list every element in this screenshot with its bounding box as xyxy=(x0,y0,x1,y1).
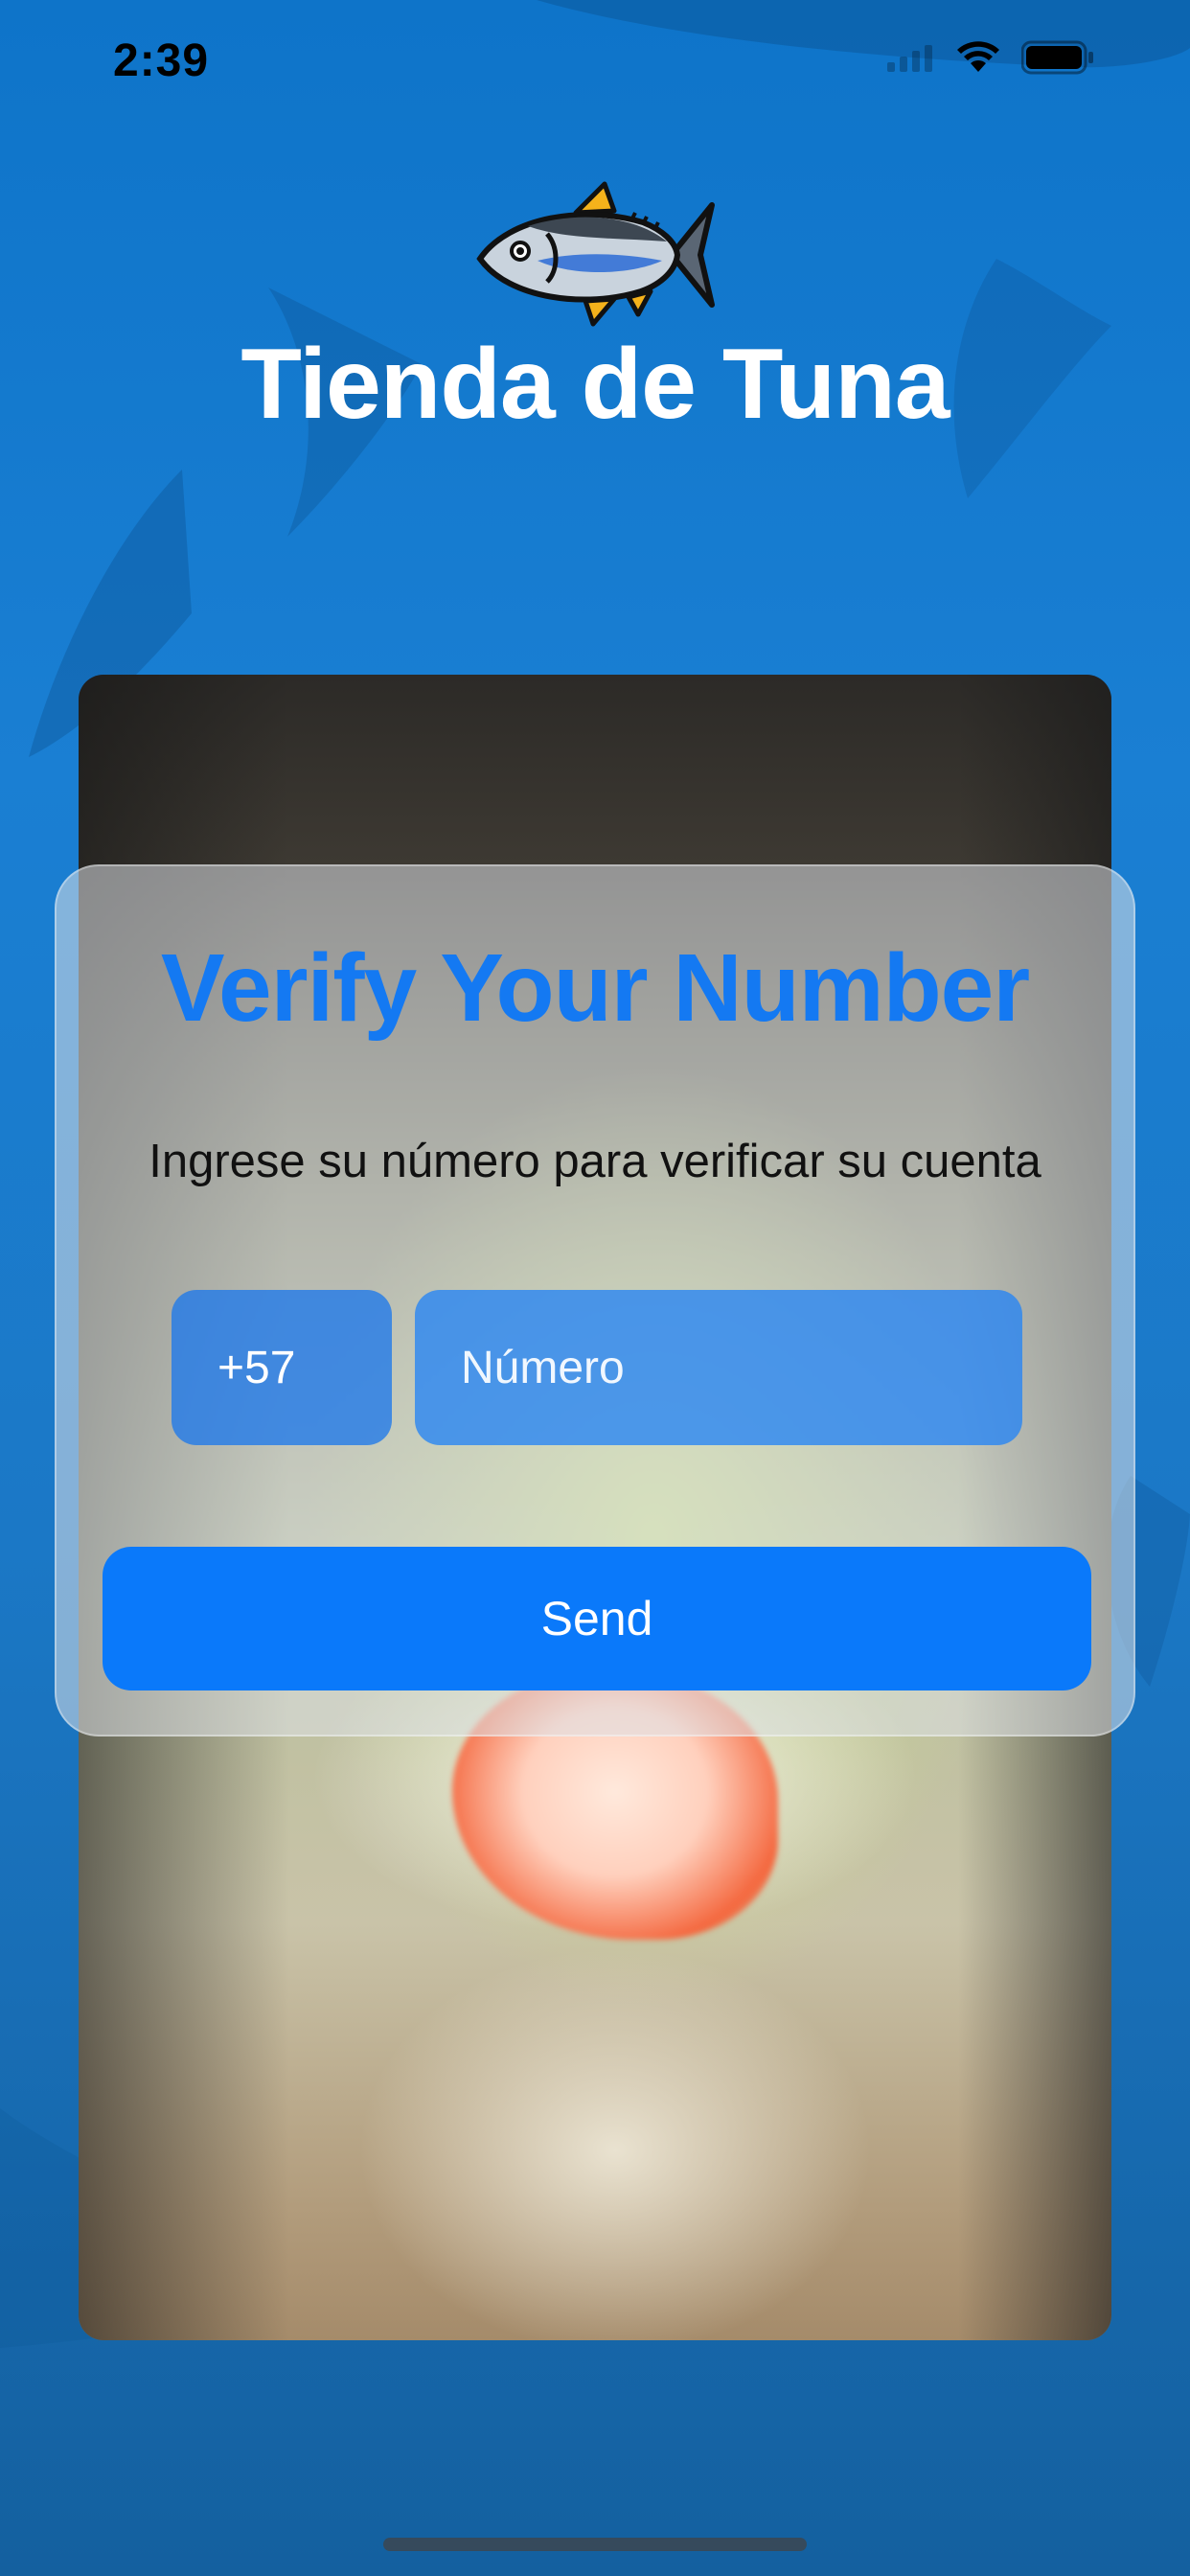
verify-title: Verify Your Number xyxy=(160,934,1030,1042)
battery-icon xyxy=(1021,40,1093,75)
app-title: Tienda de Tuna xyxy=(240,329,950,440)
wifi-icon xyxy=(957,41,999,72)
signal-icon xyxy=(887,45,932,72)
country-code-field[interactable]: +57 xyxy=(172,1290,392,1445)
status-icons xyxy=(887,40,1094,75)
phone-number-input[interactable] xyxy=(415,1290,1022,1445)
verify-panel: Verify Your Number Ingrese su número par… xyxy=(55,864,1135,1736)
home-indicator xyxy=(383,2538,807,2551)
status-bar: 2:39 xyxy=(0,0,1190,134)
verify-subtitle: Ingrese su número para verificar su cuen… xyxy=(149,1136,1041,1187)
tuna-fish-icon xyxy=(476,181,715,327)
status-time: 2:39 xyxy=(113,35,210,86)
send-button[interactable]: Send xyxy=(103,1547,1091,1690)
